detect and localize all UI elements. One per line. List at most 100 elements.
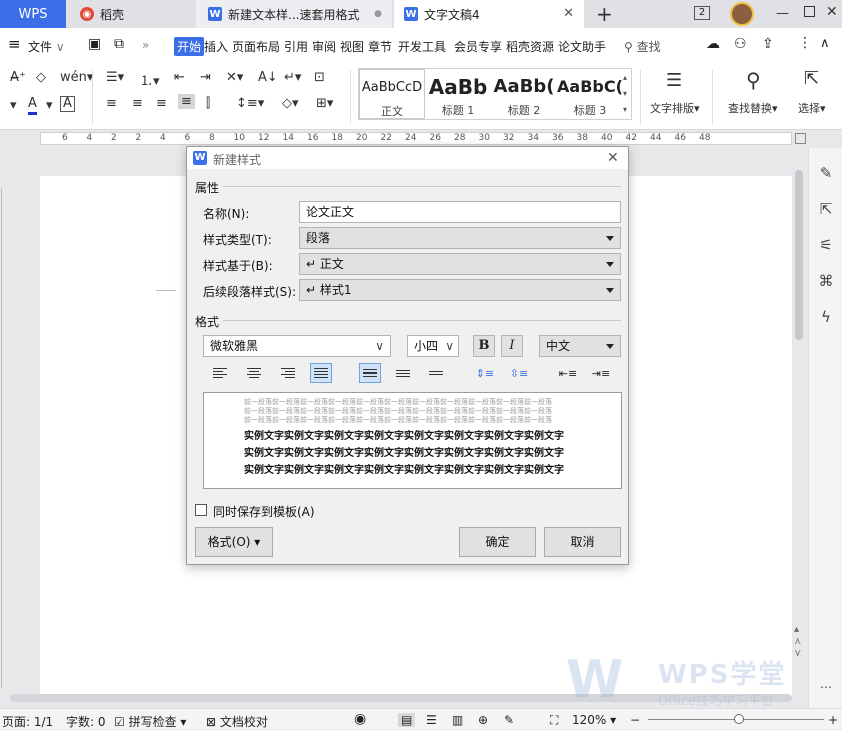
vertical-scroll-thumb[interactable] [795,170,803,340]
paragraph-mark-icon[interactable]: ↵▾ [284,70,301,85]
find-replace-icon[interactable]: ⚲ [746,68,761,92]
style-heading2[interactable]: AaBb( 标题 2 [491,69,557,119]
show-marks-icon[interactable]: ⊡ [314,70,325,85]
menu-search[interactable]: ⚲ 查找 [624,38,661,55]
bullet-list-icon[interactable]: ☰▾ [106,70,124,85]
format-menu-button[interactable]: 格式(O) ▾ [195,527,273,557]
cancel-button[interactable]: 取消 [544,527,621,557]
select-cursor-icon[interactable]: ⇱ [804,68,819,89]
shading-icon[interactable]: ◇▾ [282,96,299,111]
font-size-select[interactable]: 小四 ∨ [407,335,459,357]
italic-button[interactable]: I [501,335,523,357]
text-direction-icon[interactable]: ✕▾ [226,70,243,85]
proofread-button[interactable]: ⊠ 文档校对 [206,713,268,730]
pinyin-icon[interactable]: wén▾ [60,70,93,85]
dlg-align-left-icon[interactable] [209,363,231,383]
share-user-icon[interactable]: ⚇ [734,36,747,52]
menu-view[interactable]: 视图 [340,38,364,55]
text-layout-icon[interactable]: ☰ [666,70,682,91]
ok-button[interactable]: 确定 [459,527,536,557]
full-screen-icon[interactable]: ☰ [426,713,437,727]
style-scroll-up-icon[interactable]: ▴ [623,73,627,82]
web-view-icon[interactable]: ⊕ [478,713,488,727]
save-to-template-label[interactable]: 同时保存到模板(A) [213,503,315,520]
tab-doc2[interactable]: W 文字文稿4 ✕ [394,0,584,28]
bold-button[interactable]: B [473,335,495,357]
next-style-select[interactable]: ↵ 样式1 [299,279,621,301]
save-to-template-checkbox[interactable] [195,504,207,516]
dlg-indent-icon[interactable]: ⇥≡ [590,363,612,383]
ai-icon[interactable]: ⌘ [817,272,835,290]
menu-insert[interactable]: 插入 [204,38,228,55]
style-more-icon[interactable]: ▾ [623,105,627,114]
style-normal[interactable]: AaBbCcD 正文 [359,69,425,119]
tab-doc1[interactable]: W 新建文本样...速套用格式 ● [196,0,392,28]
maximize-icon[interactable] [804,6,815,17]
ruler-toggle-icon[interactable] [795,133,806,144]
dlg-align-right-icon[interactable] [277,363,299,383]
dlg-align-center-icon[interactable] [243,363,265,383]
tab-daoke[interactable]: ◉ 稻壳 [66,0,194,28]
minimize-icon[interactable]: — [776,6,789,21]
write-mode-icon[interactable]: ✎ [504,713,514,727]
status-words[interactable]: 字数: 0 [66,713,106,730]
dlg-1-5-spacing-icon[interactable] [392,363,414,383]
cursor-icon[interactable]: ⇱ [817,200,835,218]
menu-daoke[interactable]: 稻壳资源 [506,38,554,55]
eye-icon[interactable]: ◉ [354,711,366,727]
style-scroll-down-icon[interactable]: ▾ [623,89,627,98]
zoom-out-icon[interactable]: − [630,713,640,727]
menu-member[interactable]: 会员专享 [454,38,502,55]
borders-icon[interactable]: ⊞▾ [316,96,333,111]
zoom-dropdown[interactable]: 120% ▾ [572,713,616,727]
collapse-ribbon-icon[interactable]: ∧ [820,36,830,51]
tab-doc1-dot-icon[interactable]: ● [374,9,382,19]
based-on-select[interactable]: ↵ 正文 [299,253,621,275]
upload-icon[interactable]: ⇪ [762,36,774,52]
spell-check-button[interactable]: ☑ 拼写检查 ▾ [114,713,186,730]
find-replace-button[interactable]: 查找替换▾ [728,100,778,116]
status-page[interactable]: 页面: 1/1 [2,713,53,730]
font-menu-icon[interactable]: ▾ [10,98,17,113]
menu-chapter[interactable]: 章节 [368,38,392,55]
sliders-icon[interactable]: ⚟ [817,236,835,254]
zoom-slider-knob[interactable] [734,714,744,724]
font-color-dropdown-icon[interactable]: ▾ [46,98,53,113]
zoom-in-icon[interactable]: + [828,713,838,727]
page-view-icon[interactable]: ▤ [398,713,416,727]
line-spacing-icon[interactable]: ↕≡▾ [236,96,264,111]
format-painter-icon[interactable]: A̶⁺ [10,70,26,85]
pen-icon[interactable]: ✎ [817,164,835,182]
menu-review[interactable]: 审阅 [312,38,336,55]
script-select[interactable]: 中文 [539,335,621,357]
menu-dev[interactable]: 开发工具 [398,38,446,55]
style-heading1[interactable]: AaBb 标题 1 [425,69,491,119]
dlg-outdent-icon[interactable]: ⇤≡ [557,363,579,383]
tab-wps-home[interactable]: WPS [0,0,66,28]
numbered-list-icon[interactable]: ⒈▾ [140,70,160,89]
outline-icon[interactable]: ▥ [452,713,463,727]
sort-icon[interactable]: A↓ [258,70,278,85]
hamburger-icon[interactable]: ≡ [8,35,21,53]
menu-reference[interactable]: 引用 [284,38,308,55]
clear-format-icon[interactable]: ◇ [36,70,46,85]
dlg-justify-icon[interactable] [310,363,332,383]
new-tab-button[interactable]: + [596,2,613,26]
dialog-close-icon[interactable]: ✕ [607,150,619,166]
menu-thesis[interactable]: 论文助手 [558,38,606,55]
fit-page-icon[interactable]: ⛶ [550,713,558,728]
menu-file[interactable]: 文件 ∨ [28,38,65,55]
distribute-icon[interactable]: ⫿ [206,96,210,111]
menu-home[interactable]: 开始 [174,37,205,56]
lightning-icon[interactable]: ϟ [817,308,835,326]
export-icon[interactable]: ⧉ [114,36,124,52]
vertical-ruler[interactable] [0,148,10,708]
text-layout-button[interactable]: 文字排版▾ [650,100,700,116]
align-left-icon[interactable]: ≡ [106,96,117,111]
more-chevron-icon[interactable]: » [142,38,149,52]
char-border-icon[interactable]: A [60,96,75,112]
outdent-icon[interactable]: ⇤ [174,70,185,85]
select-button[interactable]: 选择▾ [798,100,826,116]
dialog-title-bar[interactable]: W 新建样式 ✕ [187,147,628,169]
window-count-badge[interactable]: 2 [694,6,710,20]
